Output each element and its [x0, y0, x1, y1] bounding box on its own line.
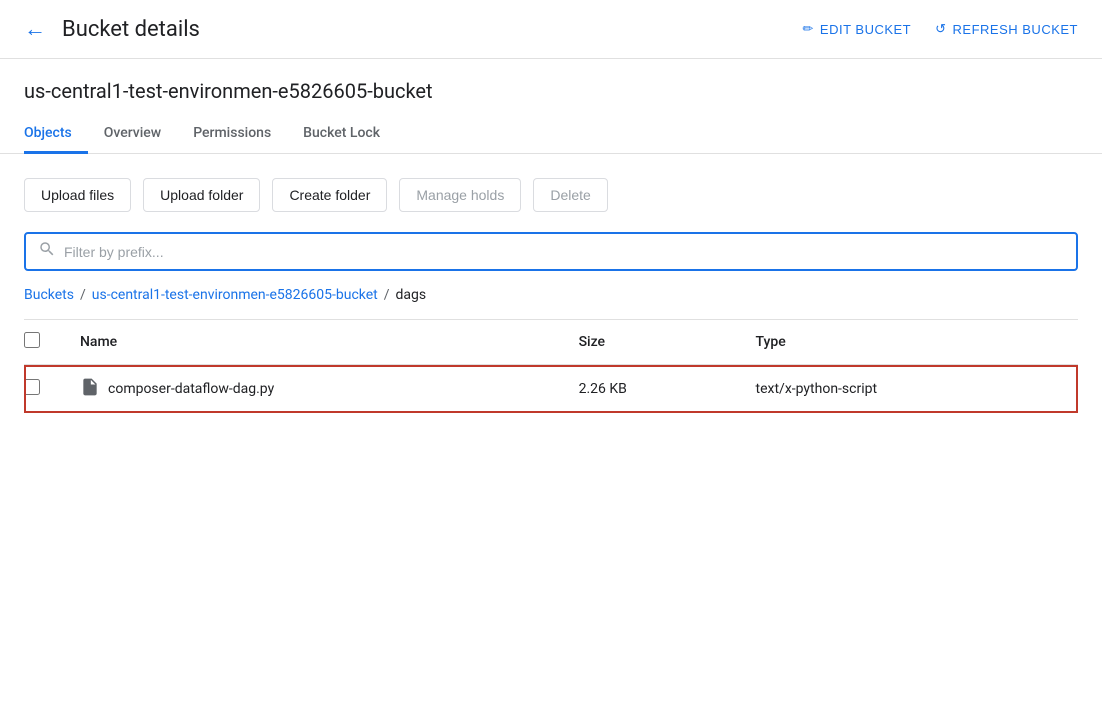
create-folder-button[interactable]: Create folder: [272, 178, 387, 212]
tabs-bar: Objects Overview Permissions Bucket Lock: [0, 115, 1102, 154]
row-type-cell: text/x-python-script: [740, 365, 1078, 414]
breadcrumb-current: dags: [396, 287, 427, 303]
search-icon: [38, 240, 56, 263]
tab-objects[interactable]: Objects: [24, 115, 88, 154]
page-header: ← Bucket details ✏ EDIT BUCKET ↺ REFRESH…: [0, 0, 1102, 59]
breadcrumb-separator-2: /: [384, 287, 390, 303]
refresh-icon: ↺: [935, 21, 946, 37]
row-name-cell: composer-dataflow-dag.py: [64, 365, 563, 414]
row-checkbox[interactable]: [24, 379, 40, 395]
refresh-bucket-button[interactable]: ↺ REFRESH BUCKET: [935, 21, 1078, 37]
table-row[interactable]: composer-dataflow-dag.py 2.26 KB text/x-…: [24, 365, 1078, 414]
delete-button: Delete: [533, 178, 607, 212]
page-title: Bucket details: [62, 17, 787, 42]
upload-files-button[interactable]: Upload files: [24, 178, 131, 212]
tab-overview[interactable]: Overview: [88, 115, 177, 154]
search-input[interactable]: [64, 244, 1064, 260]
action-buttons-group: Upload files Upload folder Create folder…: [24, 178, 1078, 212]
breadcrumb: Buckets / us-central1-test-environmen-e5…: [24, 287, 1078, 303]
row-size-cell: 2.26 KB: [563, 365, 740, 414]
bucket-name-section: us-central1-test-environmen-e5826605-buc…: [0, 59, 1102, 103]
row-filename: composer-dataflow-dag.py: [108, 381, 274, 397]
select-all-checkbox[interactable]: [24, 332, 40, 348]
file-row: composer-dataflow-dag.py: [80, 377, 547, 401]
search-bar: [24, 232, 1078, 271]
back-button[interactable]: ←: [24, 16, 46, 42]
tab-permissions[interactable]: Permissions: [177, 115, 287, 154]
table-header-size: Size: [563, 320, 740, 365]
table-header-row: Name Size Type: [24, 320, 1078, 365]
table-header-type: Type: [740, 320, 1078, 365]
file-icon: [80, 377, 100, 401]
table-header-name: Name: [64, 320, 563, 365]
tab-bucket-lock[interactable]: Bucket Lock: [287, 115, 396, 154]
breadcrumb-bucket-link[interactable]: us-central1-test-environmen-e5826605-buc…: [92, 287, 378, 303]
files-table: Name Size Type composer-da: [24, 320, 1078, 413]
header-actions: ✏ EDIT BUCKET ↺ REFRESH BUCKET: [803, 21, 1079, 37]
edit-bucket-button[interactable]: ✏ EDIT BUCKET: [803, 21, 912, 37]
breadcrumb-buckets-link[interactable]: Buckets: [24, 287, 74, 303]
main-content: Upload files Upload folder Create folder…: [0, 154, 1102, 413]
table-header-checkbox-cell: [24, 320, 64, 365]
breadcrumb-separator-1: /: [80, 287, 86, 303]
bucket-name: us-central1-test-environmen-e5826605-buc…: [24, 79, 1078, 103]
manage-holds-button: Manage holds: [399, 178, 521, 212]
edit-icon: ✏: [803, 21, 814, 37]
upload-folder-button[interactable]: Upload folder: [143, 178, 260, 212]
row-checkbox-cell: [24, 365, 64, 414]
